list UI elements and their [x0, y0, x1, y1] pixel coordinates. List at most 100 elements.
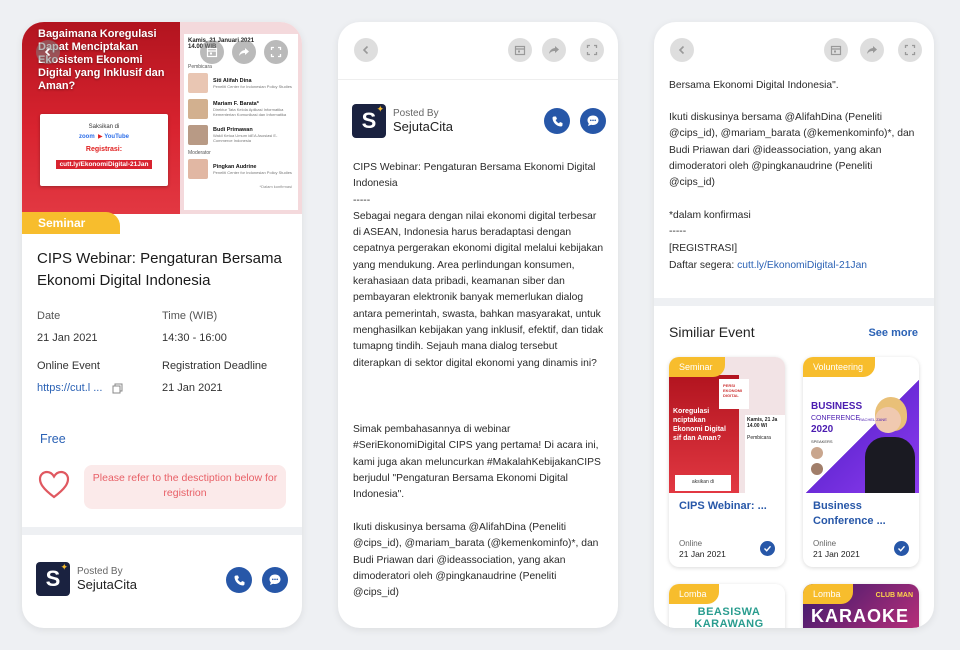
location-label: Online Event [37, 360, 100, 372]
sejutacita-logo: S ✦ [36, 562, 70, 596]
chat-button[interactable] [262, 567, 288, 593]
similar-event-card[interactable]: Koregulasi nciptakan Ekonomi Digital sif… [669, 357, 785, 567]
calendar-icon [514, 45, 526, 56]
price-label: Free [40, 432, 66, 446]
phone-icon [234, 575, 244, 585]
fullscreen-button[interactable] [264, 40, 288, 64]
calendar-icon [206, 47, 218, 58]
event-thumbnail: BUSINESS CONFERENCE 2020 SPEAKERS RACHEL… [803, 357, 919, 493]
card-title: CIPS Webinar: ... [679, 500, 767, 512]
chevron-left-icon [44, 47, 51, 57]
description-part-2: Simak pembahasannya di webinar #SeriEkon… [353, 424, 601, 501]
share-icon [549, 46, 559, 54]
banner-platforms: zoom ▶ YouTube [79, 134, 129, 140]
back-button[interactable] [36, 40, 60, 64]
top-nav [338, 22, 618, 80]
chevron-left-icon [678, 45, 685, 55]
posted-by: S ✦ Posted By SejutaCita [36, 562, 137, 596]
date-block: Date 21 Jan 2021 [37, 310, 98, 344]
share-icon [239, 48, 249, 56]
card-category-tag: Seminar [669, 357, 725, 377]
refer-description-button[interactable]: Please refer to the desctiption below fo… [84, 465, 286, 509]
calendar-icon [830, 45, 842, 56]
similar-event-card[interactable]: BEASISWA KARAWANG CERDAS Lomba [669, 584, 785, 628]
chat-icon [587, 115, 599, 126]
banner-speaker: Mariam F. Barata* Direktur Tata Kelola Ap… [184, 96, 298, 122]
poster-name: SejutaCita [393, 119, 453, 134]
calendar-button[interactable] [824, 38, 848, 62]
posted-by-label: Posted By [393, 108, 439, 119]
registration-line: Daftar segera: cutt.ly/EkonomiDigital-21… [669, 260, 868, 271]
similar-event-card[interactable]: CLUB MAN KARAOKE Lomba [803, 584, 919, 628]
similar-event-heading: Similiar Event [669, 324, 755, 340]
phone-icon [552, 116, 562, 126]
time-block: Time (WIB) 14:30 - 16:00 [162, 310, 227, 344]
phone-button[interactable] [226, 567, 252, 593]
banner-moderator: Pingkan Audrine Peneliti Center for Indon… [184, 156, 298, 182]
share-button[interactable] [542, 38, 566, 62]
posted-by-label: Posted By [77, 566, 123, 577]
description-confirm: *dalam konfirmasi ----- [669, 210, 751, 238]
share-button[interactable] [232, 40, 256, 64]
speaker-photo [188, 73, 208, 93]
event-link[interactable]: https://cut.l ... [37, 380, 102, 396]
card-category-tag: Lomba [803, 584, 853, 604]
description-continued: Bersama Ekonomi Digital Indonesia". [669, 80, 839, 91]
event-title: CIPS Webinar: Pengaturan Bersama Ekonomi… [37, 250, 282, 289]
sejutacita-logo: S ✦ [352, 104, 386, 138]
description-part-3-cont: Ikuti diskusinya bersama @AlifahDina (Pe… [669, 112, 915, 189]
card-location: Online [813, 539, 837, 548]
copy-icon[interactable] [112, 383, 123, 394]
event-thumbnail: Koregulasi nciptakan Ekonomi Digital sif… [669, 357, 785, 493]
fullscreen-icon [270, 46, 282, 58]
speaker-photo [188, 99, 208, 119]
phone-button[interactable] [544, 108, 570, 134]
divider [654, 298, 934, 306]
banner-register-label: Registrasi: [85, 146, 123, 153]
chevron-left-icon [362, 45, 369, 55]
similar-event-card[interactable]: BUSINESS CONFERENCE 2020 SPEAKERS RACHEL… [803, 357, 919, 567]
share-button[interactable] [860, 38, 884, 62]
card-date: 21 Jan 2021 [813, 549, 860, 559]
card-location: Online [679, 539, 703, 548]
speaker-photo [188, 159, 208, 179]
banner-register-url: cutt.ly/EkonomiDigital-21Jan [55, 160, 153, 169]
top-nav [654, 22, 934, 80]
banner-register-card: Saksikan di zoom ▶ YouTube Registrasi: c… [40, 114, 168, 186]
registration-label: [REGISTRASI] [669, 243, 738, 254]
banner-watch-on: Saksikan di [88, 124, 120, 130]
event-description-screen: S ✦ Posted By SejutaCita CIPS Webinar: Pen… [338, 22, 618, 628]
registration-link[interactable]: cutt.ly/EkonomiDigital-21Jan [737, 260, 867, 271]
speaker-photo [188, 125, 208, 145]
deadline-value: 21 Jan 2021 [162, 382, 223, 394]
chat-icon [269, 574, 281, 585]
divider [22, 527, 302, 535]
fullscreen-button[interactable] [898, 38, 922, 62]
card-date: 21 Jan 2021 [679, 549, 726, 559]
banner-title: Bagaimana Koregulasi Dapat Menciptakan E… [38, 28, 165, 92]
event-description-similar-screen: Bersama Ekonomi Digital Indonesia". Ikut… [654, 22, 934, 628]
calendar-button[interactable] [508, 38, 532, 62]
event-detail-screen: Bagaimana Koregulasi Dapat Menciptakan E… [22, 22, 302, 628]
fullscreen-icon [586, 44, 598, 56]
back-button[interactable] [670, 38, 694, 62]
deadline-label: Registration Deadline [162, 360, 268, 372]
poster-name: SejutaCita [77, 577, 137, 592]
calendar-button[interactable] [200, 40, 224, 64]
fullscreen-icon [904, 44, 916, 56]
fullscreen-button[interactable] [580, 38, 604, 62]
check-icon [760, 541, 775, 556]
chat-button[interactable] [580, 108, 606, 134]
share-icon [867, 46, 877, 54]
banner-note: *Dalam konfirmasi [259, 184, 292, 189]
card-category-tag: Volunteering [803, 357, 876, 377]
see-more-link[interactable]: See more [868, 327, 918, 339]
banner-speaker: Siti Alifah Dina Peneliti Center for Indo… [184, 70, 298, 96]
posted-by: S ✦ Posted By SejutaCita [352, 104, 453, 138]
description-part-1: CIPS Webinar: Pengaturan Bersama Ekonomi… [353, 162, 604, 369]
back-button[interactable] [354, 38, 378, 62]
heart-icon[interactable] [38, 470, 70, 500]
card-title: Business Conference ... [813, 500, 886, 527]
card-category-tag: Lomba [669, 584, 719, 604]
category-tag: Seminar [22, 212, 120, 234]
